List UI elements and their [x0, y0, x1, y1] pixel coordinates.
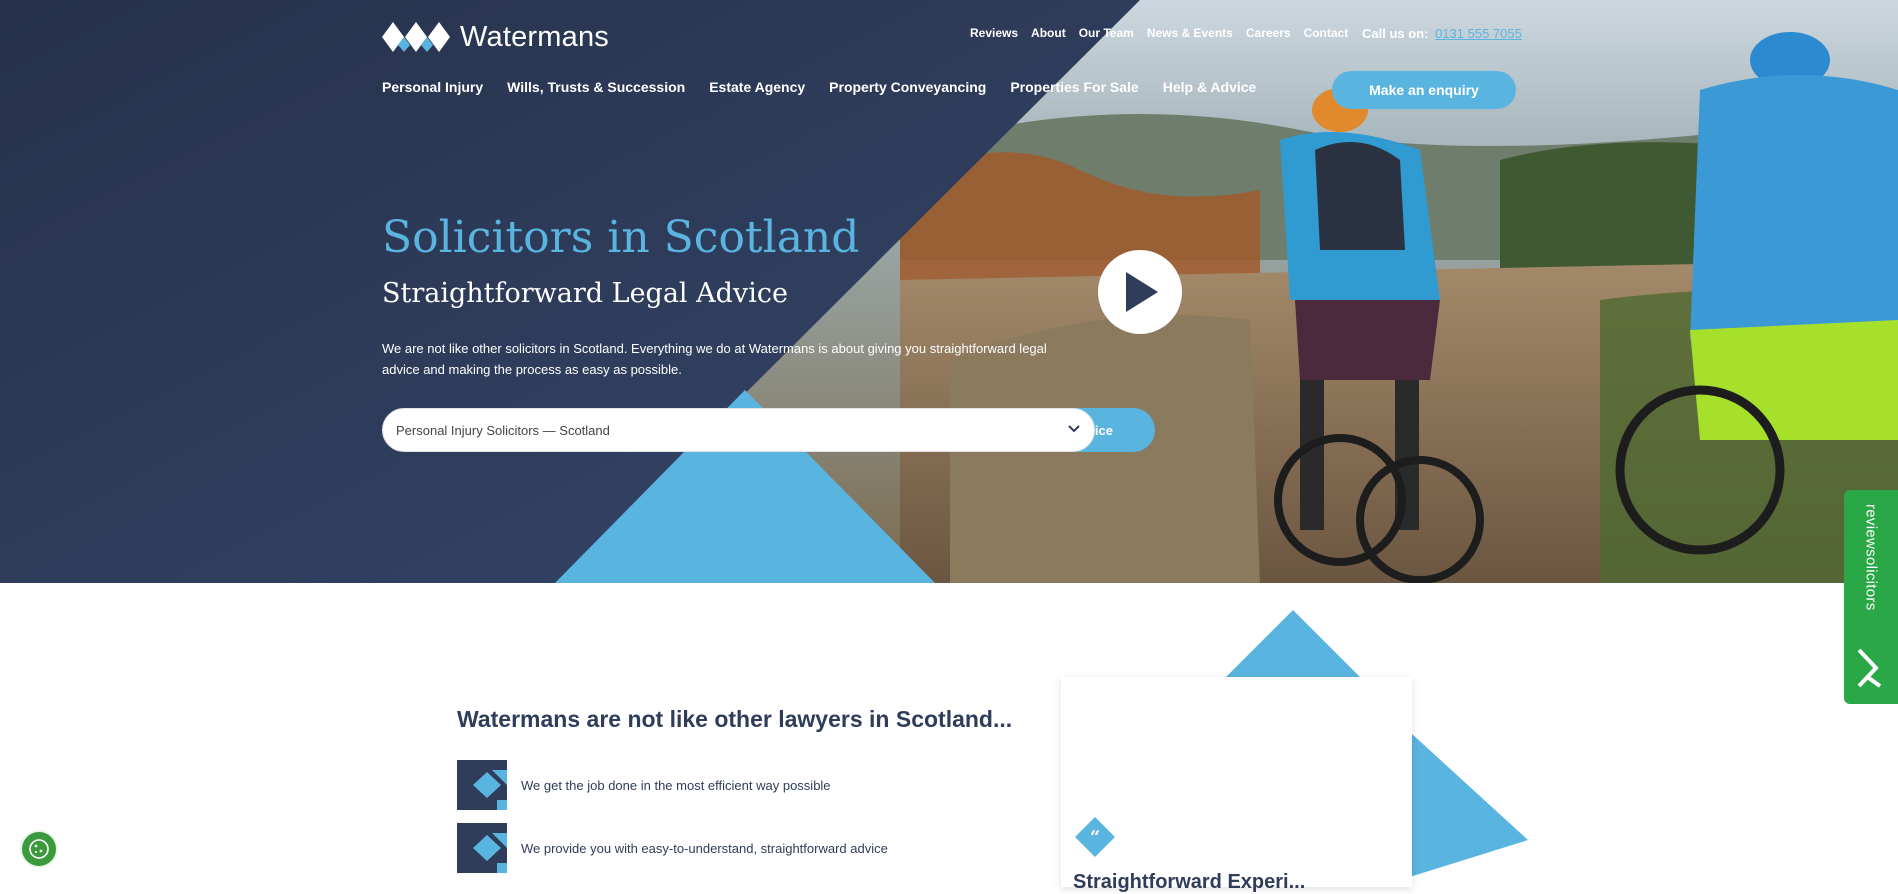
- diamond-badge-icon: [457, 760, 507, 810]
- chevron-down-icon: [1068, 425, 1080, 433]
- util-nav-contact[interactable]: Contact: [1304, 26, 1349, 40]
- hero-description: We are not like other solicitors in Scot…: [382, 341, 1047, 377]
- call-us: Call us on: 0131 555 7055: [1362, 26, 1522, 41]
- hero-section: Watermans Reviews About Our Team News & …: [0, 0, 1898, 583]
- benefit-text: We provide you with easy-to-understand, …: [521, 840, 888, 856]
- diamonds-logo-icon: [382, 22, 450, 52]
- nav-property-conveyancing[interactable]: Property Conveyancing: [829, 79, 986, 95]
- util-nav-our-team[interactable]: Our Team: [1079, 26, 1134, 40]
- call-label: Call us on:: [1362, 26, 1429, 41]
- benefit-item: We provide you with easy-to-understand, …: [457, 823, 888, 873]
- hero-subtitle: Straightforward Legal Advice: [382, 278, 788, 309]
- cookie-settings-button[interactable]: [20, 830, 58, 868]
- nav-wills-trusts[interactable]: Wills, Trusts & Succession: [507, 79, 685, 95]
- service-select[interactable]: Personal Injury Solicitors — Scotland: [382, 408, 1095, 452]
- utility-nav: Reviews About Our Team News & Events Car…: [970, 26, 1361, 40]
- nav-help-advice[interactable]: Help & Advice: [1163, 79, 1257, 95]
- play-icon: [1126, 272, 1158, 312]
- section-title: Watermans are not like other lawyers in …: [457, 706, 1013, 732]
- cookie-icon: [29, 839, 49, 859]
- util-nav-news-events[interactable]: News & Events: [1147, 26, 1233, 40]
- phone-link[interactable]: 0131 555 7055: [1435, 26, 1522, 41]
- service-selector: ice Personal Injury Solicitors — Scotlan…: [382, 408, 1155, 452]
- util-nav-reviews[interactable]: Reviews: [970, 26, 1018, 40]
- util-nav-careers[interactable]: Careers: [1246, 26, 1291, 40]
- benefit-item: We get the job done in the most efficien…: [457, 760, 831, 810]
- card-title: Straightforward Experi...: [1073, 871, 1306, 893]
- testimonial-card: “ Straightforward Experi...: [1061, 677, 1412, 893]
- make-enquiry-button[interactable]: Make an enquiry: [1332, 71, 1516, 109]
- nav-properties-for-sale[interactable]: Properties For Sale: [1010, 79, 1138, 95]
- hero-title: Solicitors in Scotland: [382, 212, 860, 263]
- diamond-badge-icon: [457, 823, 507, 873]
- nav-estate-agency[interactable]: Estate Agency: [709, 79, 805, 95]
- logo-text: Watermans: [460, 20, 609, 53]
- svg-text:“: “: [1090, 827, 1100, 848]
- benefit-text: We get the job done in the most efficien…: [521, 777, 831, 793]
- play-video-button[interactable]: [1098, 250, 1182, 334]
- quote-icon: “: [1075, 817, 1115, 857]
- nav-personal-injury[interactable]: Personal Injury: [382, 79, 483, 95]
- util-nav-about[interactable]: About: [1031, 26, 1066, 40]
- site-logo[interactable]: Watermans: [382, 20, 609, 54]
- service-select-value: Personal Injury Solicitors — Scotland: [396, 422, 610, 438]
- main-nav: Personal Injury Wills, Trusts & Successi…: [382, 79, 1280, 95]
